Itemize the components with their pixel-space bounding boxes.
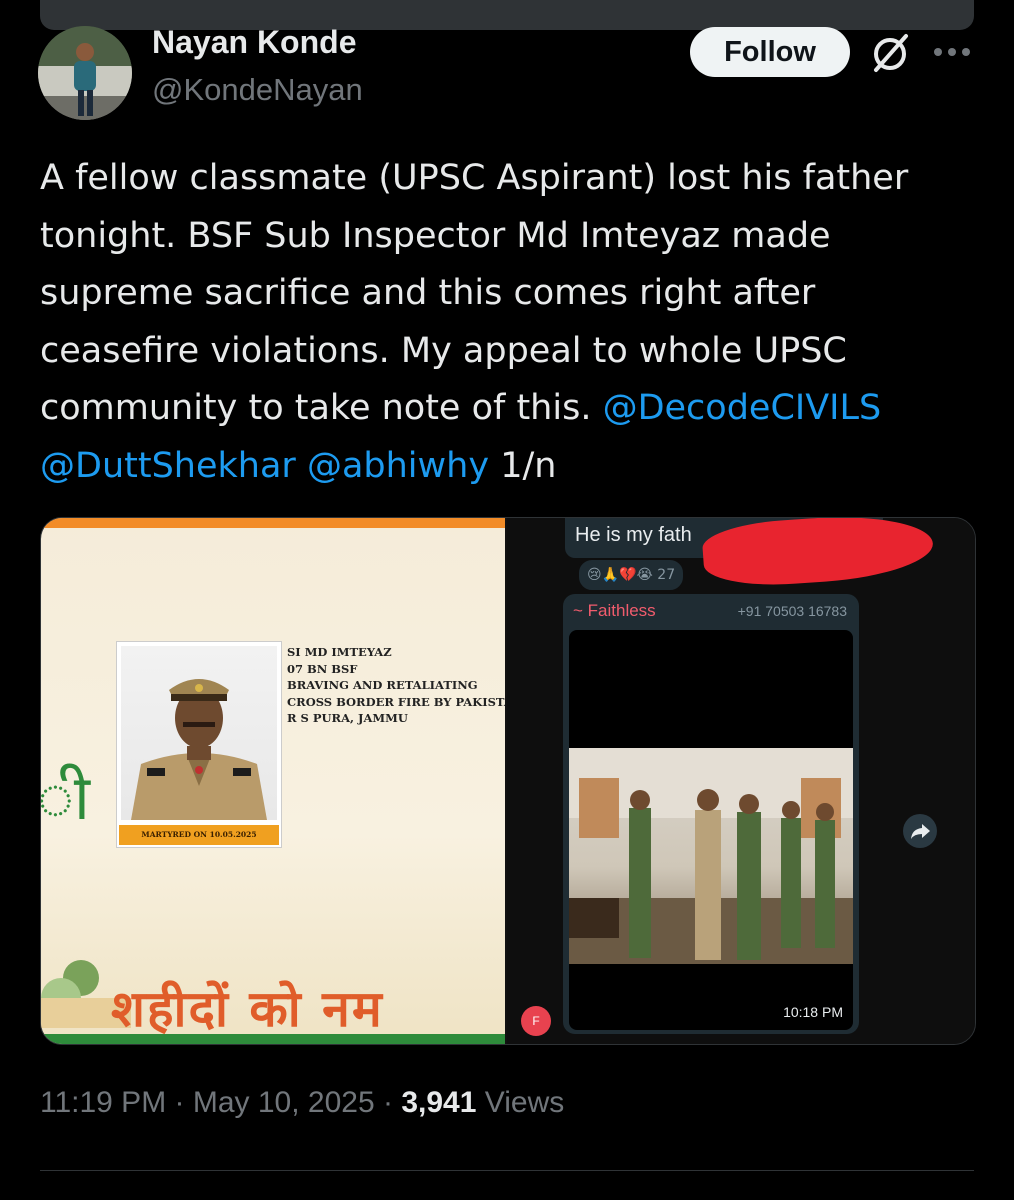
forward-icon <box>903 814 937 848</box>
reaction-emojis: 😢🙏💔😭 <box>587 567 653 583</box>
views-count: 3,941 <box>401 1086 477 1119</box>
detail-line: 07 BN BSF <box>287 661 358 676</box>
chat-screenshot-image[interactable]: He is my fath 😢🙏💔😭 27 ~ Faithless +91 70… <box>507 518 975 1044</box>
detail-line: SI MD IMTEYAZ <box>287 645 392 659</box>
post-time[interactable]: 11:19 PM <box>40 1086 166 1119</box>
post-date[interactable]: May 10, 2025 <box>193 1086 375 1119</box>
author-handle[interactable]: @KondeNayan <box>152 72 363 108</box>
tweet-meta: 11:19 PM · May 10, 2025 · 3,941 Views <box>40 1086 565 1119</box>
redaction-mark <box>701 518 935 590</box>
forwarded-video-message: ~ Faithless +91 70503 16783 10:18 PM <box>563 594 859 1034</box>
ceremony-photo <box>569 748 853 964</box>
detail-line: CROSS BORDER FIRE BY PAKISTA <box>287 694 505 709</box>
mention-decodecivils[interactable]: @DecodeCIVILS <box>603 388 882 428</box>
thread-counter: 1/n <box>500 445 557 486</box>
officer-portrait <box>121 646 277 820</box>
martyred-label: MARTYRED ON 10.05.2025 <box>119 825 279 845</box>
sender-name: ~ Faithless <box>573 601 656 620</box>
reaction-count: 27 <box>657 567 676 583</box>
author-name[interactable]: Nayan Konde <box>152 24 356 61</box>
hindi-tribute-banner: शहीदों को नम <box>111 979 384 1038</box>
tweet-media[interactable]: ी MARTYRED ON 10.05.2025 SI MD IMTEYAZ 0… <box>40 517 976 1045</box>
video-thumbnail: 10:18 PM <box>569 630 853 1030</box>
detail-line: R S PURA, JAMMU <box>287 711 408 725</box>
views-label: Views <box>484 1086 565 1119</box>
poster-hindi-fragment: ी <box>41 761 90 834</box>
divider <box>40 1170 974 1171</box>
sender-phone: +91 70503 16783 <box>737 603 847 619</box>
chat-message-text: He is my fath <box>575 524 692 546</box>
message-reactions: 😢🙏💔😭 27 <box>577 558 686 592</box>
message-time: 10:18 PM <box>783 1004 843 1020</box>
mention-abhiwhy[interactable]: @abhiwhy <box>307 446 489 486</box>
tribute-poster-image[interactable]: ी MARTYRED ON 10.05.2025 SI MD IMTEYAZ 0… <box>41 518 505 1044</box>
more-options-icon[interactable] <box>930 38 974 66</box>
sender-avatar: F <box>521 1006 551 1036</box>
detail-line: BRAVING AND RETALIATING <box>287 678 478 692</box>
tweet-text: A fellow classmate (UPSC Aspirant) lost … <box>40 150 980 495</box>
avatar-photo <box>38 26 132 120</box>
portrait-frame: MARTYRED ON 10.05.2025 <box>116 641 282 848</box>
martyr-details: SI MD IMTEYAZ 07 BN BSF BRAVING AND RETA… <box>287 644 505 727</box>
follow-button[interactable]: Follow <box>690 27 850 77</box>
mention-duttshekhar[interactable]: @DuttShekhar <box>40 446 296 486</box>
grok-icon[interactable] <box>866 30 914 78</box>
author-avatar[interactable] <box>38 26 132 120</box>
poster-bottom-stripe <box>41 1034 505 1044</box>
poster-top-stripe <box>41 518 505 528</box>
